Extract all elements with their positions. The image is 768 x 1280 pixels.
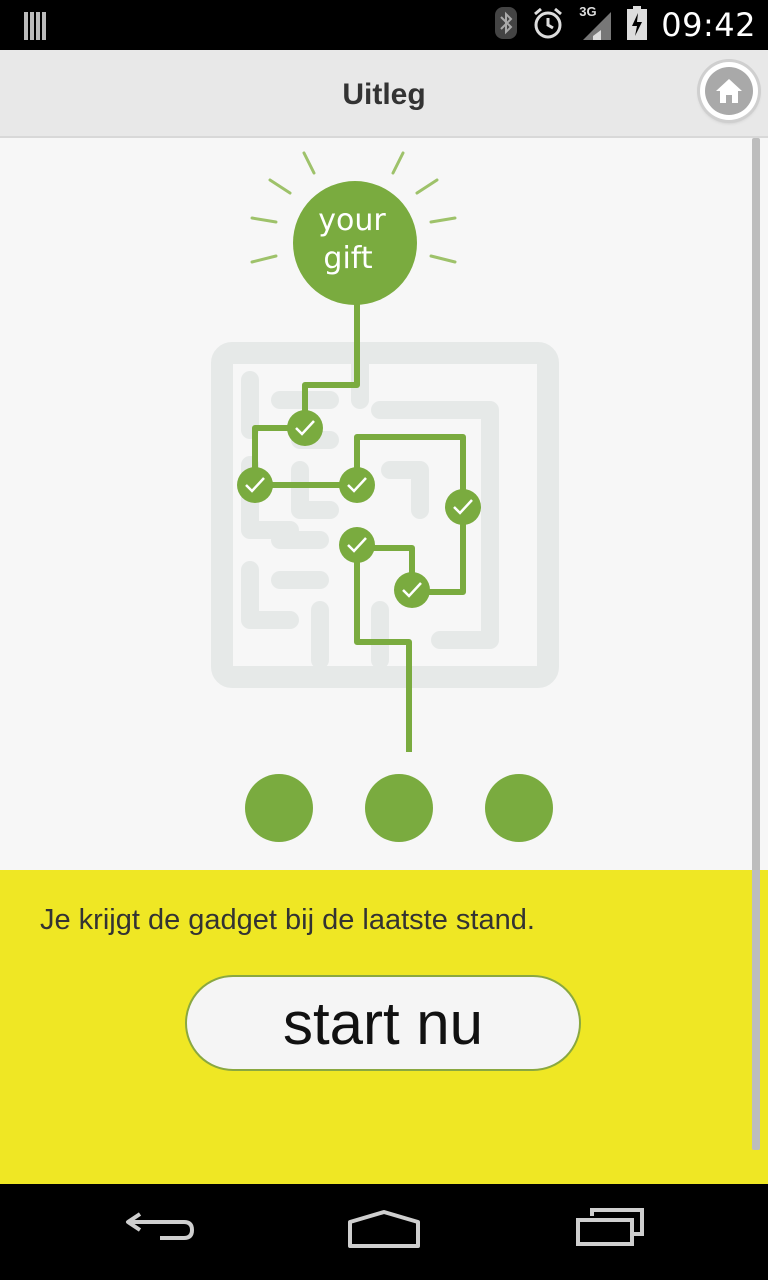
home-icon xyxy=(705,67,753,115)
home-button[interactable] xyxy=(700,62,758,120)
bluetooth-icon xyxy=(495,6,518,44)
checkpoint xyxy=(237,467,273,503)
checkpoint xyxy=(445,489,481,525)
gift-label-line2: gift xyxy=(323,241,372,276)
back-icon[interactable] xyxy=(124,1208,196,1253)
battery-charging-icon xyxy=(627,5,648,45)
scrollbar[interactable] xyxy=(752,138,760,1150)
explanation-content: your gift xyxy=(0,138,768,870)
stand-dot xyxy=(245,774,313,842)
maze-illustration: your gift xyxy=(211,151,559,842)
info-panel: Je krijgt de gadget bij de laatste stand… xyxy=(0,870,768,1184)
start-button[interactable]: start nu xyxy=(185,975,581,1071)
checkpoint xyxy=(394,572,430,608)
notification-barcode-icon xyxy=(24,12,50,45)
stand-dot xyxy=(485,774,553,842)
home-nav-icon[interactable] xyxy=(346,1208,422,1255)
checkpoint xyxy=(339,467,375,503)
recent-apps-icon[interactable] xyxy=(574,1208,646,1253)
status-bar: 3G 09:42 xyxy=(0,0,768,50)
navigation-bar xyxy=(0,1184,768,1280)
maze xyxy=(211,342,559,688)
title-bar: Uitleg xyxy=(0,50,768,138)
alarm-icon xyxy=(531,6,565,45)
checkpoint xyxy=(339,527,375,563)
page-title: Uitleg xyxy=(342,78,426,111)
explanation-text: Je krijgt de gadget bij de laatste stand… xyxy=(40,904,535,936)
clock: 09:42 xyxy=(661,6,756,44)
checkpoint xyxy=(287,410,323,446)
gift-label-line1: your xyxy=(318,203,386,238)
stand-dot xyxy=(365,774,433,842)
signal-icon: 3G xyxy=(579,4,613,42)
